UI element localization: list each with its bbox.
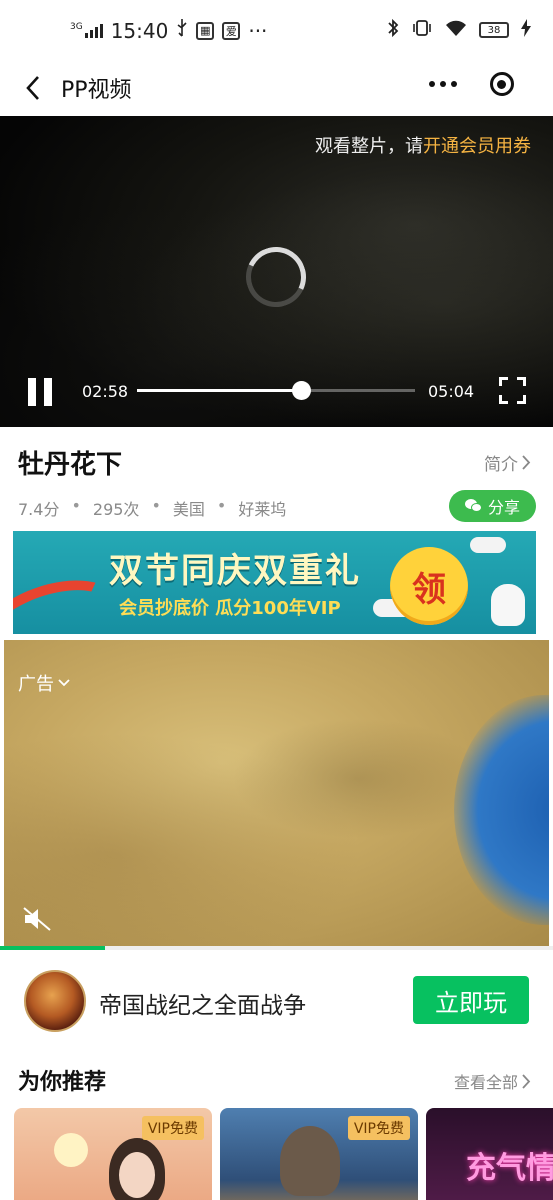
meta-separator: • — [71, 496, 81, 515]
chevron-right-icon — [522, 1073, 531, 1089]
current-time: 02:58 — [82, 382, 129, 401]
thumbnail-sun — [54, 1133, 88, 1167]
status-time: 15:40 — [110, 18, 169, 43]
chevron-left-icon — [26, 76, 39, 100]
view-all-link[interactable]: 查看全部 — [454, 1069, 531, 1093]
video-studio: 好莱坞 — [238, 500, 287, 519]
ad-progress-bar — [0, 946, 553, 950]
chevron-right-icon — [522, 455, 531, 470]
recommend-title: 为你推荐 — [18, 1070, 107, 1095]
intro-link[interactable]: 简介 — [484, 450, 531, 475]
ad-progress-fill — [0, 946, 106, 950]
status-bar: 3G 15:40 ▦ 爱 ··· 38 — [0, 0, 553, 60]
total-time: 05:04 — [428, 382, 475, 401]
share-label: 分享 — [487, 498, 520, 517]
vip-notice-text: 观看整片，请 — [315, 136, 423, 157]
vip-free-badge: VIP免费 — [141, 1116, 204, 1140]
vip-free-badge: VIP免费 — [347, 1116, 410, 1140]
ad-label-button[interactable]: 广告 — [18, 670, 70, 696]
game-name: 帝国战纪之全面战争 — [99, 993, 306, 1019]
video-play-count: 295次 — [92, 500, 140, 519]
battery-level: 38 — [487, 24, 501, 36]
rabbit-mascot — [491, 584, 525, 626]
video-title: 牡丹花下 — [18, 450, 123, 480]
progress-fill — [137, 389, 302, 392]
video-region: 美国 — [172, 500, 205, 519]
ad-video[interactable]: 广告 — [4, 640, 549, 948]
page-title: PP视频 — [61, 78, 132, 103]
progress-bar[interactable] — [137, 381, 415, 400]
status-left: 3G 15:40 ▦ 爱 ··· — [70, 18, 267, 43]
promo-banner[interactable]: 双节同庆双重礼 会员抄底价 瓜分100年VIP 领 — [13, 531, 536, 634]
more-dots-icon — [428, 81, 457, 87]
close-mini-program-button[interactable] — [472, 72, 531, 96]
recommend-card[interactable]: VIP免费 — [14, 1108, 212, 1200]
wechat-icon — [464, 499, 483, 513]
status-right: 38 — [387, 18, 531, 42]
coin-label: 领 — [412, 569, 446, 610]
charging-icon — [521, 19, 531, 41]
app-notification-icon: 爱 — [222, 21, 241, 40]
mute-button[interactable] — [22, 906, 54, 932]
speaker-muted-icon — [23, 907, 51, 931]
notification-icon: ▦ — [196, 21, 215, 40]
meta-separator: • — [216, 496, 227, 515]
usb-icon — [176, 18, 188, 43]
video-meta: 7.4分 • 295次 • 美国 • 好莱坞 — [18, 496, 286, 520]
bluetooth-icon — [387, 18, 399, 42]
signal-bars-icon — [84, 23, 103, 38]
progress-handle[interactable] — [292, 381, 312, 400]
promo-subtitle: 会员抄底价 瓜分100年VIP — [119, 598, 341, 619]
share-button[interactable]: 分享 — [449, 490, 536, 522]
thumbnail-neon-text: 充气情 — [466, 1151, 553, 1186]
recommend-card[interactable]: VIP免费 — [220, 1108, 418, 1200]
mini-program-capsule — [413, 64, 531, 104]
target-icon — [489, 72, 514, 96]
ad-label: 广告 — [18, 674, 54, 695]
wifi-icon — [445, 19, 467, 41]
battery-indicator: 38 — [479, 22, 509, 38]
game-avatar — [24, 970, 86, 1032]
pause-button[interactable] — [28, 378, 52, 406]
vibrate-icon — [411, 19, 433, 41]
network-type: 3G — [70, 21, 83, 32]
chevron-down-icon — [58, 679, 70, 687]
signal-indicator: 3G — [70, 21, 103, 38]
nav-bar: PP视频 — [0, 60, 553, 116]
video-player[interactable]: 观看整片，请开通会员用券 02:58 05:04 — [0, 116, 553, 427]
vip-open-link[interactable]: 开通会员用券 — [423, 136, 531, 157]
cloud-decoration — [470, 537, 506, 553]
meta-separator: • — [151, 496, 161, 515]
recommend-list: VIP免费 VIP免费 充气情 — [0, 1108, 553, 1200]
status-overflow: ··· — [248, 18, 268, 43]
thumbnail-person — [109, 1138, 165, 1200]
vip-notice: 观看整片，请开通会员用券 — [315, 132, 531, 158]
back-button[interactable] — [18, 70, 48, 106]
promo-title: 双节同庆双重礼 — [109, 551, 361, 591]
fullscreen-button[interactable] — [499, 377, 526, 404]
view-all-label: 查看全部 — [453, 1073, 518, 1092]
intro-label: 简介 — [484, 455, 518, 475]
more-menu-button[interactable] — [413, 81, 472, 87]
recommend-card[interactable]: 充气情 — [426, 1108, 553, 1200]
video-rating: 7.4分 — [18, 500, 60, 519]
thumbnail-person — [280, 1126, 340, 1196]
play-now-button[interactable]: 立即玩 — [413, 976, 529, 1024]
claim-coin-button[interactable]: 领 — [390, 547, 468, 625]
game-ad-row[interactable]: 帝国战纪之全面战争 立即玩 — [0, 960, 553, 1040]
